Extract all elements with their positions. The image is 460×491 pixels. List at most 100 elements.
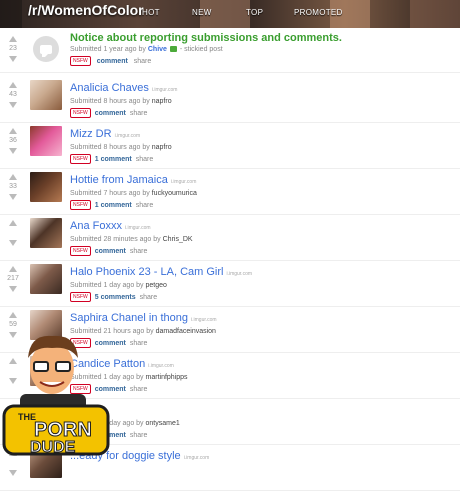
comments-link[interactable]: comment <box>95 432 126 439</box>
downvote-icon[interactable] <box>9 286 17 292</box>
post-content: Candice Patton i.imgur.com Submitted 1 day… <box>70 354 455 394</box>
author-link[interactable]: ontysame1 <box>146 420 180 427</box>
post-thumbnail[interactable] <box>30 218 62 248</box>
post-title[interactable]: Analicia Chaves <box>70 82 149 94</box>
comments-link[interactable]: comment <box>95 340 126 347</box>
post-title[interactable]: ...eady for doggie style <box>70 450 181 462</box>
share-link[interactable]: share <box>130 110 148 117</box>
post-title[interactable]: Mizz DR <box>70 128 112 140</box>
post-actions: NSFW comment share <box>70 430 455 440</box>
share-link[interactable]: share <box>130 248 148 255</box>
tab-top[interactable]: TOP <box>246 8 294 17</box>
subreddit-title[interactable]: /r/WomenOfColor <box>28 2 144 18</box>
post-content: Analicia Chaves i.imgur.com Submitted 8 ho… <box>70 78 455 118</box>
post-thumbnail[interactable] <box>30 172 62 202</box>
comments-link[interactable]: comment <box>97 58 128 65</box>
author-link[interactable]: fuckyoumurica <box>152 190 197 197</box>
author-link[interactable]: martinfphipps <box>146 374 188 381</box>
share-link[interactable]: share <box>130 432 148 439</box>
comments-link[interactable]: comment <box>95 110 126 117</box>
submitted-text: Submitted 1 day ago by <box>70 282 144 289</box>
comments-link[interactable]: 5 comments <box>95 294 136 301</box>
post-domain[interactable]: i.imgur.com <box>226 271 252 277</box>
tab-hot[interactable]: HOT <box>142 8 192 17</box>
post-domain[interactable]: i.imgur.com <box>191 317 217 323</box>
post-thumbnail[interactable] <box>30 126 62 156</box>
share-link[interactable]: share <box>130 340 148 347</box>
vote-box: 23 <box>4 36 22 62</box>
share-link[interactable]: share <box>140 294 158 301</box>
post-title[interactable]: Hottie from Jamaica <box>70 174 168 186</box>
post-domain[interactable]: i.imgur.com <box>171 179 197 185</box>
share-link[interactable]: share <box>136 156 154 163</box>
score: 33 <box>9 183 17 190</box>
author-link[interactable]: napfro <box>152 98 172 105</box>
post-thumbnail[interactable] <box>30 402 62 432</box>
author-link[interactable]: damadfaceinvasion <box>156 328 216 335</box>
post-title[interactable]: Saphira Chanel in thong <box>70 312 188 324</box>
post-title[interactable]: Ana Foxxx <box>70 220 122 232</box>
vote-box <box>4 404 22 430</box>
post-content: Notice about reporting submissions and c… <box>70 32 455 66</box>
comments-link[interactable]: 1 comment <box>95 156 132 163</box>
post-content: Saphira Chanel in thong i.imgur.com Submit… <box>70 308 455 348</box>
title-line: Candice Patton i.imgur.com <box>70 354 455 372</box>
post-title[interactable]: Halo Phoenix 23 - LA, Cam Girl <box>70 266 223 278</box>
post-domain[interactable]: i.imgur.com <box>115 133 141 139</box>
post-domain[interactable]: i.imgur.com <box>125 225 151 231</box>
score <box>4 364 22 378</box>
comments-link[interactable]: comment <box>95 386 126 393</box>
downvote-icon[interactable] <box>9 332 17 338</box>
stickied-label: stickied post <box>184 46 223 53</box>
post-thumbnail[interactable] <box>30 264 62 294</box>
author-link[interactable]: Chive <box>148 46 167 53</box>
post-domain[interactable]: i.imgur.com <box>184 455 210 461</box>
score <box>4 410 22 424</box>
tab-promoted[interactable]: PROMOTED <box>294 8 370 17</box>
post-meta: Submitted 1 day ago by ontysame1 <box>70 420 455 427</box>
tab-new[interactable]: NEW <box>192 8 246 17</box>
post-thumbnail[interactable] <box>30 310 62 340</box>
post-thumbnail[interactable] <box>30 448 62 478</box>
share-link[interactable]: share <box>136 202 154 209</box>
post-thumbnail[interactable] <box>30 80 62 110</box>
title-line: Halo Phoenix 23 - LA, Cam Girl i.imgur.co… <box>70 262 455 280</box>
downvote-icon[interactable] <box>9 102 17 108</box>
nsfw-badge: NSFW <box>70 108 91 118</box>
post-actions: NSFW comment share <box>70 384 455 394</box>
downvote-icon[interactable] <box>9 470 17 476</box>
title-line: Mizz DR i.imgur.com <box>70 124 455 142</box>
post-title[interactable]: Notice about reporting submissions and c… <box>70 32 455 44</box>
post-actions: NSFW comment share <box>70 246 455 256</box>
title-line: Analicia Chaves i.imgur.com <box>70 78 455 96</box>
author-link[interactable]: petgeo <box>146 282 167 289</box>
author-link[interactable]: napfro <box>152 144 172 151</box>
post-title[interactable]: ...s <box>70 404 85 416</box>
post-meta: Submitted 1 day ago by petgeo <box>70 282 455 289</box>
score <box>4 226 22 240</box>
post-thumbnail[interactable] <box>30 356 62 386</box>
post-title[interactable]: Candice Patton <box>70 358 145 370</box>
post-domain[interactable]: i.imgur.com <box>148 363 174 369</box>
downvote-icon[interactable] <box>9 424 17 430</box>
post-actions: NSFW 1 comment share <box>70 200 455 210</box>
downvote-icon[interactable] <box>9 240 17 246</box>
title-line: ...eady for doggie style i.imgur.com <box>70 446 455 464</box>
author-link[interactable]: Chris_DK <box>163 236 193 243</box>
nsfw-badge: NSFW <box>70 200 91 210</box>
share-link[interactable]: share <box>134 58 152 65</box>
share-link[interactable]: share <box>130 386 148 393</box>
post-domain[interactable]: i.imgur.com <box>152 87 178 93</box>
downvote-icon[interactable] <box>9 378 17 384</box>
post-row: 43 Analicia Chaves i.imgur.com Submitted 8 … <box>0 78 460 123</box>
post-actions: NSFW comment share <box>70 56 455 66</box>
nsfw-badge: NSFW <box>70 384 91 394</box>
downvote-icon[interactable] <box>9 194 17 200</box>
title-line: Hottie from Jamaica i.imgur.com <box>70 170 455 188</box>
post-content: Mizz DR i.imgur.com Submitted 8 hours ago … <box>70 124 455 164</box>
comments-link[interactable]: 1 comment <box>95 202 132 209</box>
post-meta: Submitted 28 minutes ago by Chris_DK <box>70 236 455 243</box>
downvote-icon[interactable] <box>9 56 17 62</box>
downvote-icon[interactable] <box>9 148 17 154</box>
comments-link[interactable]: comment <box>95 248 126 255</box>
